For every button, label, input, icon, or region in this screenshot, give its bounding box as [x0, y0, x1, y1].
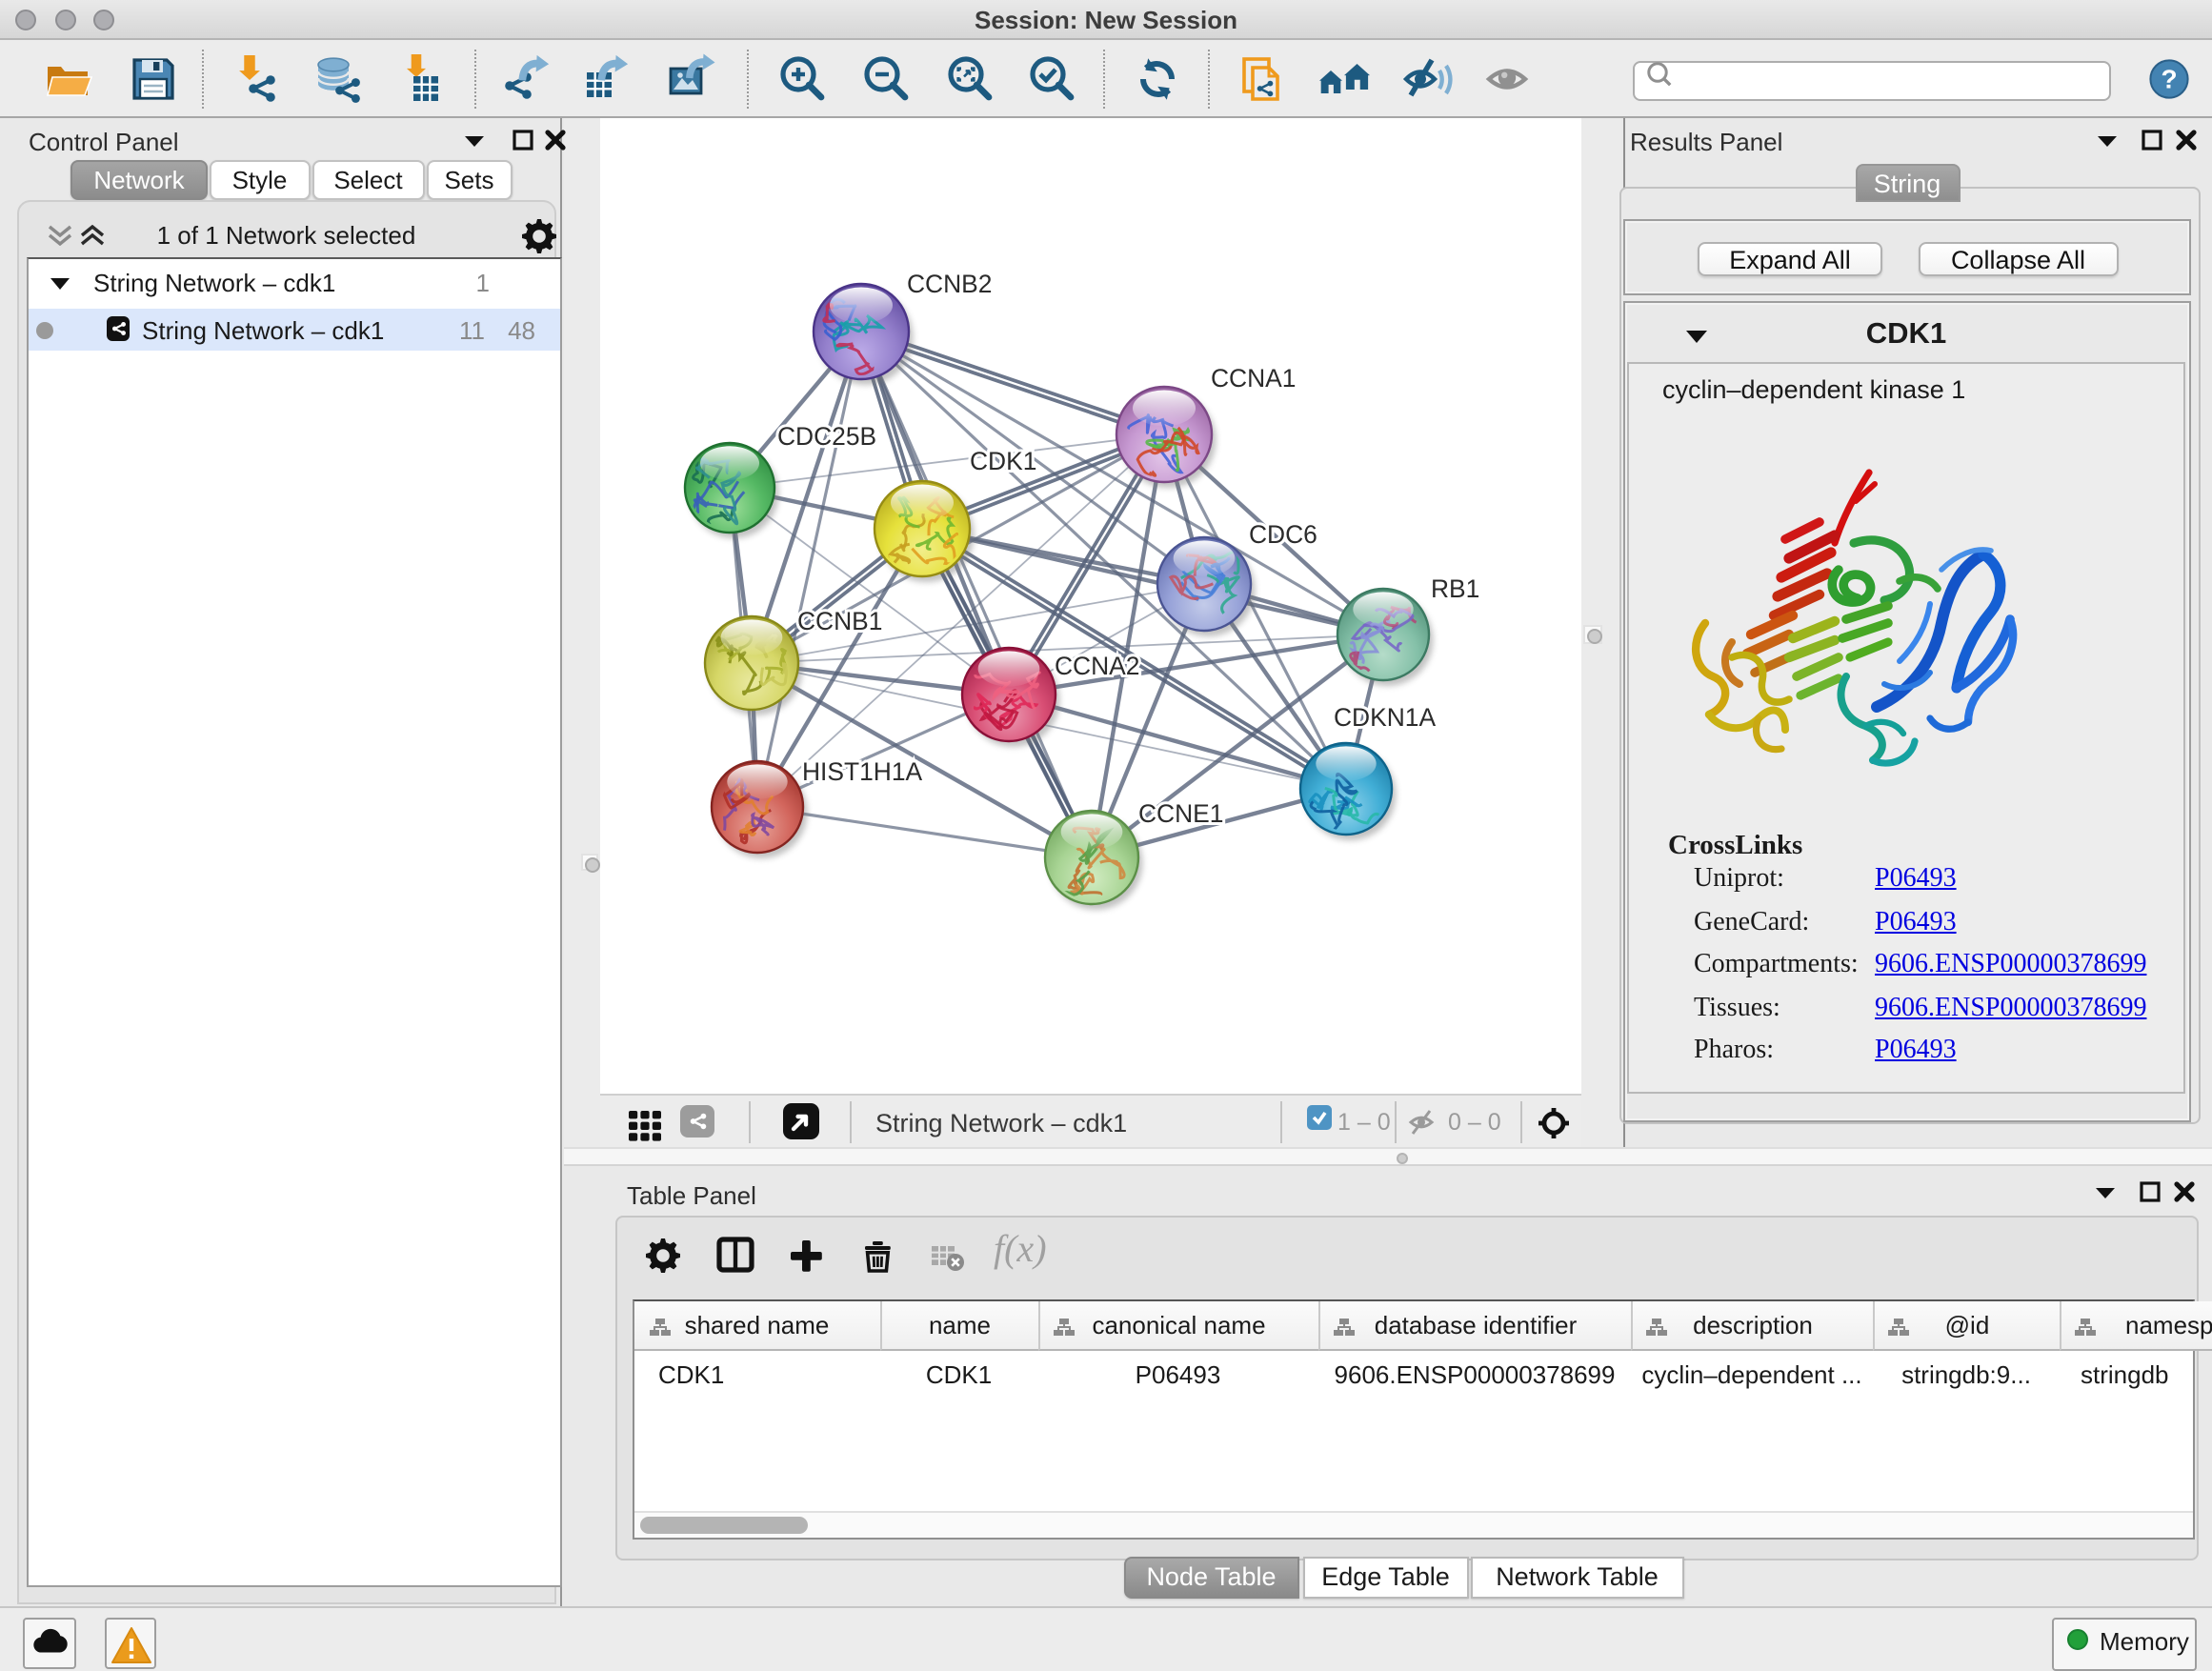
svg-text:CDK1: CDK1	[970, 447, 1036, 475]
svg-text:CDKN1A: CDKN1A	[1334, 703, 1436, 732]
svg-text:CCNA2: CCNA2	[1055, 652, 1139, 680]
svg-text:HIST1H1A: HIST1H1A	[802, 757, 923, 786]
svg-text:CCNE1: CCNE1	[1138, 799, 1223, 828]
svg-text:CDC25B: CDC25B	[777, 422, 876, 451]
svg-text:CCNB2: CCNB2	[907, 270, 992, 298]
svg-text:CDC6: CDC6	[1249, 520, 1317, 549]
svg-text:?: ?	[2161, 64, 2177, 93]
svg-text:RB1: RB1	[1431, 574, 1479, 603]
svg-text:CCNA1: CCNA1	[1211, 364, 1296, 393]
svg-text:CCNB1: CCNB1	[797, 607, 882, 635]
